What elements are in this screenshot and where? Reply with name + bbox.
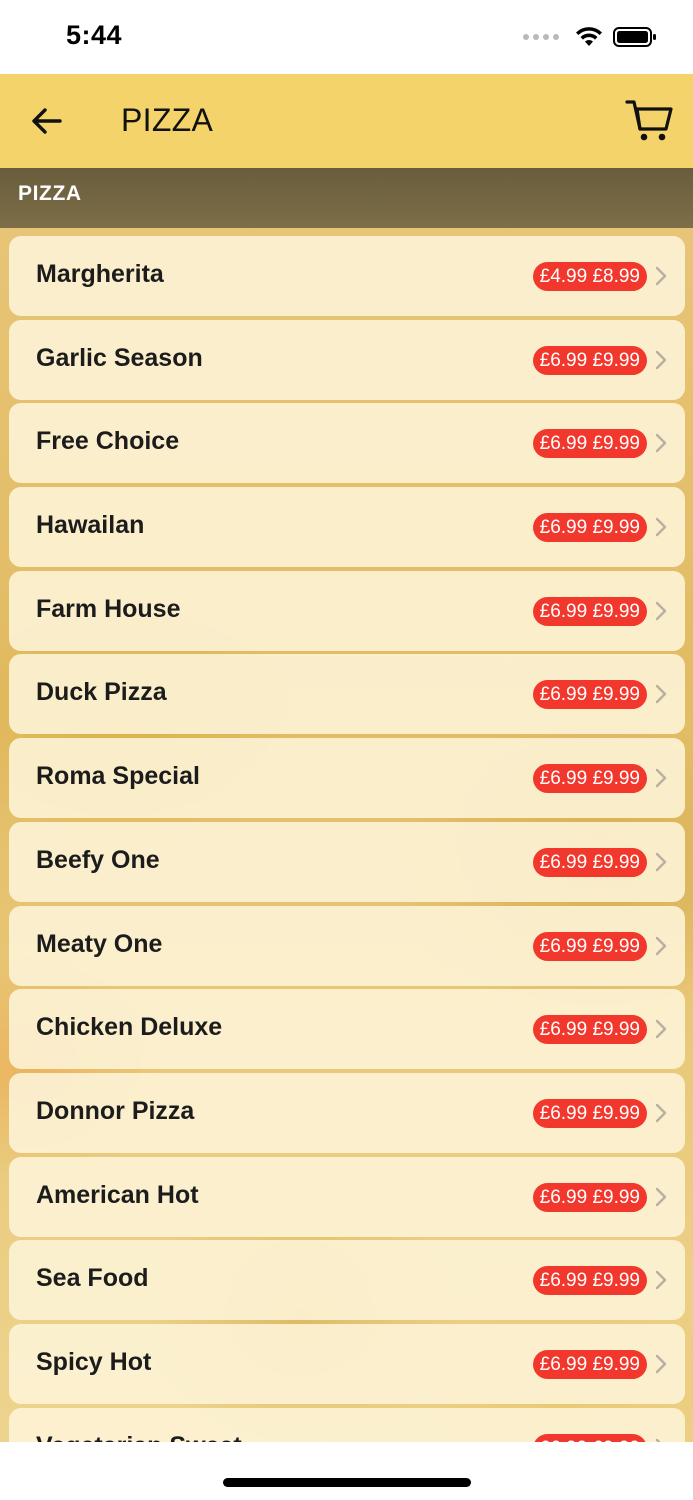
menu-content[interactable]: PIZZA Margherita £4.99 £8.99 Garlic Season…	[0, 168, 693, 1442]
status-bar: 5:44	[0, 0, 693, 74]
menu-item[interactable]: Beefy One £6.99 £9.99	[9, 821, 685, 902]
chevron-right-icon	[655, 601, 667, 620]
price-badge: £6.99 £9.99	[532, 680, 647, 710]
menu-item[interactable]: Sea Food £6.99 £9.99	[9, 1240, 685, 1321]
chevron-right-icon	[655, 1187, 667, 1206]
section-title: PIZZA	[18, 182, 82, 205]
menu-item-name: Vegetarian Sweet	[36, 1432, 242, 1442]
price-badge: £6.99 £9.99	[532, 1266, 647, 1296]
menu-item[interactable]: Roma Special £6.99 £9.99	[9, 738, 685, 819]
wifi-icon	[576, 27, 602, 46]
menu-item[interactable]: Duck Pizza £6.99 £9.99	[9, 654, 685, 735]
menu-item[interactable]: Spicy Hot £6.99 £9.99	[9, 1323, 685, 1404]
menu-item-name: Free Choice	[36, 427, 180, 456]
menu-item-name: Duck Pizza	[36, 678, 167, 707]
menu-item-name: Beefy One	[36, 845, 160, 874]
menu-item[interactable]: Garlic Season £6.99 £9.99	[9, 319, 685, 400]
cart-icon[interactable]	[625, 96, 673, 144]
chevron-right-icon	[655, 1354, 667, 1374]
app-bar: PIZZA	[0, 74, 693, 168]
menu-item-name: Garlic Season	[36, 343, 203, 372]
chevron-right-icon	[655, 266, 667, 286]
page-title: PIZZA	[121, 102, 214, 138]
price-badge: £6.99 £9.99	[532, 764, 647, 794]
chevron-right-icon	[655, 1019, 667, 1039]
menu-item[interactable]: Hawailan £6.99 £9.99	[9, 487, 685, 568]
menu-item[interactable]: Margherita £4.99 £8.99	[9, 236, 685, 316]
back-arrow-icon[interactable]	[26, 100, 68, 142]
menu-item[interactable]: Meaty One £6.99 £9.99	[9, 905, 685, 986]
menu-item[interactable]: Farm House £6.99 £9.99	[9, 570, 685, 651]
status-indicators	[523, 26, 657, 48]
section-header: PIZZA	[0, 168, 693, 228]
price-badge: £6.99 £9.99	[532, 345, 647, 375]
price-badge: £6.99 £9.99	[532, 429, 647, 459]
home-indicator-area	[0, 1442, 693, 1500]
battery-icon	[613, 27, 656, 47]
chevron-right-icon	[655, 517, 667, 537]
menu-item-name: Roma Special	[36, 762, 200, 791]
menu-item[interactable]: Chicken Deluxe £6.99 £9.99	[9, 989, 685, 1070]
chevron-right-icon	[655, 434, 667, 453]
menu-item[interactable]: American Hot £6.99 £9.99	[9, 1156, 685, 1237]
menu-item-name: Sea Food	[36, 1264, 149, 1293]
menu-item-name: Spicy Hot	[36, 1347, 152, 1376]
chevron-right-icon	[655, 936, 667, 955]
home-indicator[interactable]	[223, 1478, 471, 1487]
chevron-right-icon	[655, 1103, 667, 1123]
menu-list: Margherita £4.99 £8.99 Garlic Season £6.99 …	[9, 236, 685, 1442]
menu-item-name: Margherita	[36, 260, 164, 288]
chevron-right-icon	[655, 1271, 667, 1290]
price-badge: £6.99 £9.99	[532, 513, 647, 543]
menu-item-name: Farm House	[36, 594, 181, 623]
status-time: 5:44	[66, 20, 123, 50]
price-badge: £6.99 £9.99	[532, 1015, 647, 1045]
chevron-right-icon	[655, 685, 667, 704]
menu-item[interactable]: Donnor Pizza £6.99 £9.99	[9, 1072, 685, 1153]
price-badge: £6.99 £9.99	[532, 1433, 647, 1442]
price-badge: £6.99 £9.99	[532, 1182, 647, 1212]
menu-item-name: Chicken Deluxe	[36, 1013, 223, 1042]
chevron-right-icon	[655, 350, 667, 369]
menu-item[interactable]: Vegetarian Sweet £6.99 £9.99	[9, 1407, 685, 1442]
price-badge: £4.99 £8.99	[532, 262, 647, 291]
price-badge: £6.99 £9.99	[532, 1349, 647, 1379]
menu-item-name: American Hot	[36, 1180, 199, 1209]
price-badge: £6.99 £9.99	[532, 1098, 647, 1128]
price-badge: £6.99 £9.99	[532, 931, 647, 961]
chevron-right-icon	[655, 852, 667, 872]
signal-icon	[523, 34, 559, 40]
chevron-right-icon	[655, 768, 667, 788]
menu-item-name: Hawailan	[36, 511, 145, 540]
menu-item[interactable]: Free Choice £6.99 £9.99	[9, 403, 685, 484]
price-badge: £6.99 £9.99	[532, 596, 647, 626]
price-badge: £6.99 £9.99	[532, 847, 647, 877]
menu-item-name: Donnor Pizza	[36, 1096, 195, 1125]
menu-item-name: Meaty One	[36, 929, 163, 958]
